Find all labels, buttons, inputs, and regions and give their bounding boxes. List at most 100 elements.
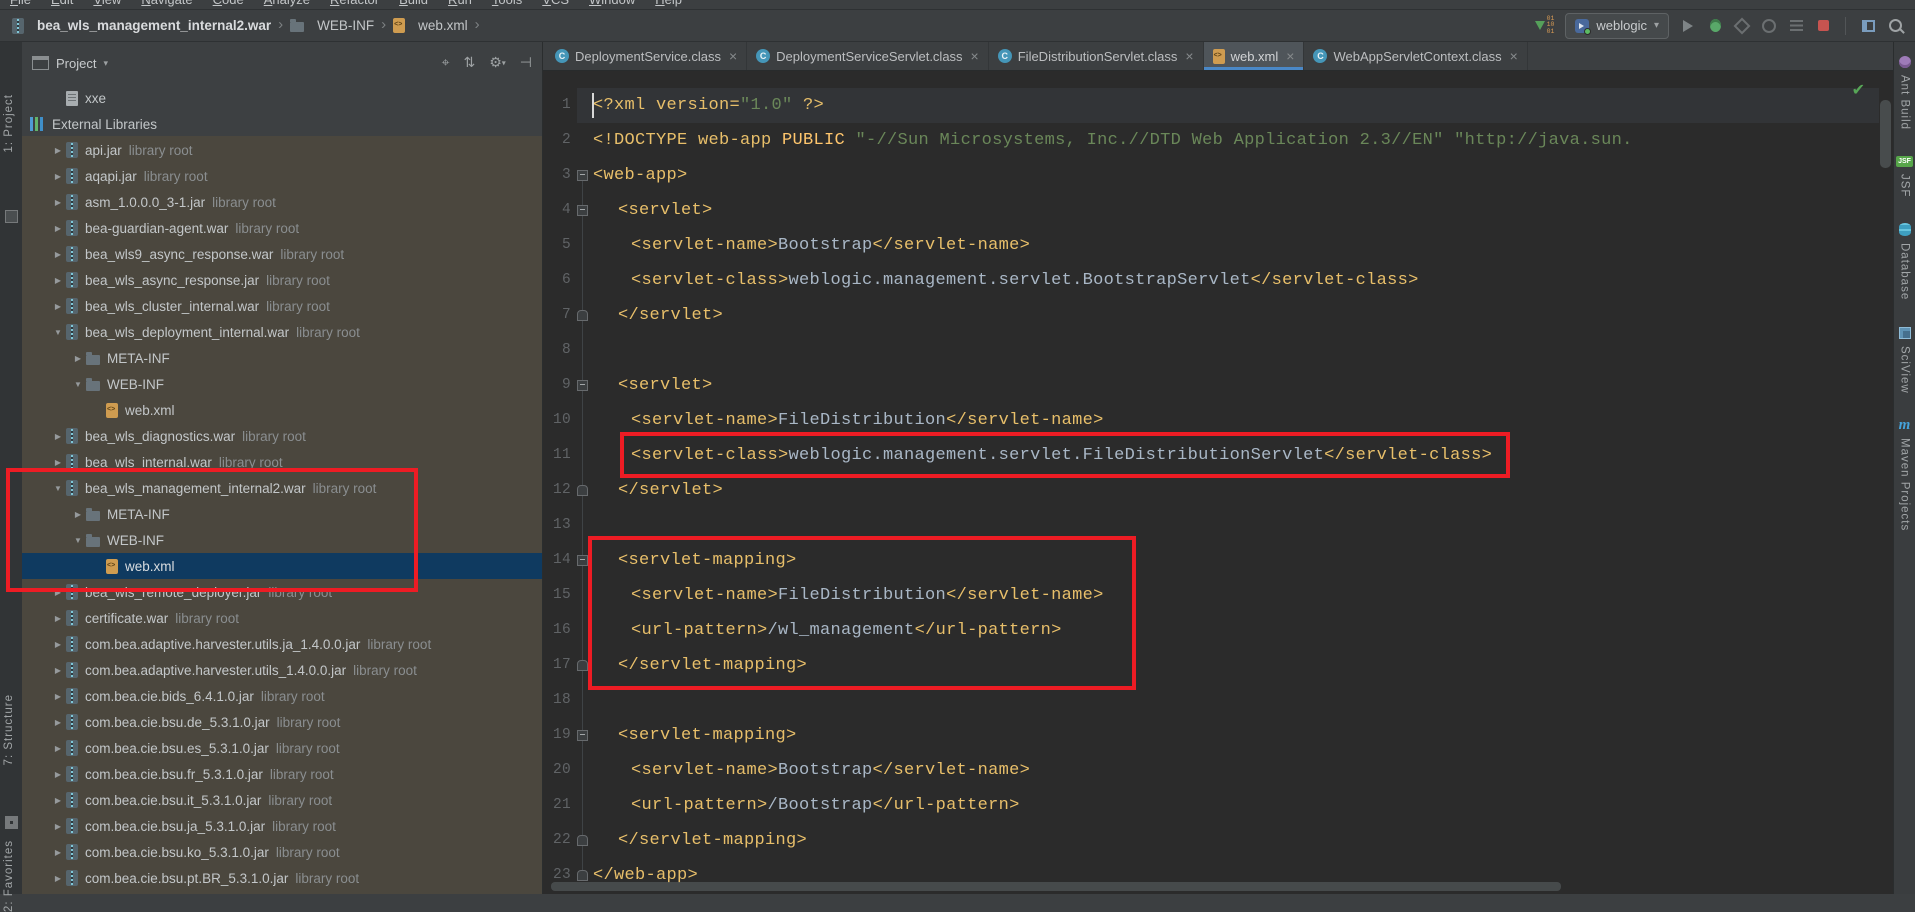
fold-marker[interactable] [577, 368, 588, 403]
chevron-collapsed-icon[interactable]: ▶ [50, 796, 66, 805]
chevron-collapsed-icon[interactable]: ▶ [70, 354, 86, 363]
chevron-collapsed-icon[interactable]: ▶ [50, 224, 66, 233]
chevron-collapsed-icon[interactable]: ▶ [50, 432, 66, 441]
tree-item-api-jar[interactable]: ▶api.jarlibrary root [22, 137, 542, 163]
tree-item-bea-wls-async-response-jar[interactable]: ▶bea_wls_async_response.jarlibrary root [22, 267, 542, 293]
settings-gear-icon[interactable]: ⚙▾ [489, 55, 506, 71]
menu-item-code[interactable]: Code [213, 0, 244, 1]
chevron-collapsed-icon[interactable]: ▶ [50, 666, 66, 675]
debug-button[interactable] [1707, 17, 1723, 35]
tool-windows-button[interactable] [1860, 17, 1876, 35]
menu-item-run[interactable]: Run [448, 0, 472, 1]
search-everywhere-button[interactable] [1887, 17, 1903, 35]
fold-marker[interactable] [577, 193, 588, 228]
menu-item-analyze[interactable]: Analyze [264, 0, 310, 1]
menu-item-navigate[interactable]: Navigate [141, 0, 192, 1]
menu-item-help[interactable]: Help [655, 0, 682, 1]
chevron-expanded-icon[interactable]: ▼ [50, 484, 66, 493]
tree-item-bea-wls-deployment-internal-war[interactable]: ▼bea_wls_deployment_internal.warlibrary … [22, 319, 542, 345]
tree-item-com-bea-cie-bsu-ko-5-3-1-0-jar[interactable]: ▶com.bea.cie.bsu.ko_5.3.1.0.jarlibrary r… [22, 839, 542, 865]
tree-item-web-inf[interactable]: ▼WEB-INF [22, 371, 542, 397]
chevron-collapsed-icon[interactable]: ▶ [50, 250, 66, 259]
chevron-collapsed-icon[interactable]: ▶ [50, 692, 66, 701]
menu-item-file[interactable]: File [10, 0, 31, 1]
editor-body[interactable]: 1<?xml version="1.0" ?>2<!DOCTYPE web-ap… [543, 70, 1893, 894]
chevron-down-icon[interactable]: ▾ [103, 58, 108, 69]
tree-item-certificate-war[interactable]: ▶certificate.warlibrary root [22, 605, 542, 631]
profiler-button[interactable] [1761, 17, 1777, 35]
run-configuration-select[interactable]: weblogic ▾ [1565, 13, 1669, 39]
collapse-all-icon[interactable]: ⇅ [463, 55, 475, 71]
project-widget-icon[interactable] [5, 210, 18, 223]
chevron-collapsed-icon[interactable]: ▶ [50, 172, 66, 181]
breadcrumb-item[interactable]: WEB-INF [290, 18, 374, 33]
tab-deploymentservice-class[interactable]: CDeploymentService.class× [546, 42, 747, 70]
run-button[interactable] [1680, 17, 1696, 35]
tree-item-bea-wls-management-internal2-war[interactable]: ▼bea_wls_management_internal2.warlibrary… [22, 475, 542, 501]
fold-marker[interactable] [577, 823, 588, 858]
tree-item-bea-wls-remote-deployer-jar[interactable]: ▶bea_wls_remote_deployer.jarlibrary root [22, 579, 542, 605]
menu-item-edit[interactable]: Edit [51, 0, 73, 1]
chevron-collapsed-icon[interactable]: ▶ [50, 458, 66, 467]
tree-item-web-xml[interactable]: web.xml [22, 397, 542, 423]
tree-item-asm-1-0-0-0-3-1-jar[interactable]: ▶asm_1.0.0.0_3-1.jarlibrary root [22, 189, 542, 215]
tool-window-structure-button[interactable]: 7: Structure [3, 694, 15, 765]
tree-item-com-bea-cie-bids-6-4-1-0-jar[interactable]: ▶com.bea.cie.bids_6.4.1.0.jarlibrary roo… [22, 683, 542, 709]
close-icon[interactable]: × [1510, 48, 1518, 64]
tool-window-database-button[interactable]: Database [1899, 223, 1911, 300]
coverage-button[interactable] [1734, 17, 1750, 35]
menu-item-build[interactable]: Build [399, 0, 428, 1]
menu-item-window[interactable]: Window [589, 0, 635, 1]
close-icon[interactable]: × [1185, 48, 1193, 64]
tool-window-ant-build-button[interactable]: Ant Build [1899, 56, 1911, 130]
tree-item-bea-wls9-async-response-war[interactable]: ▶bea_wls9_async_response.warlibrary root [22, 241, 542, 267]
fold-marker[interactable] [577, 648, 588, 683]
horizontal-scrollbar[interactable] [551, 882, 1561, 891]
close-icon[interactable]: × [971, 48, 979, 64]
menu-item-tools[interactable]: Tools [492, 0, 522, 1]
chevron-collapsed-icon[interactable]: ▶ [50, 588, 66, 597]
chevron-collapsed-icon[interactable]: ▶ [50, 146, 66, 155]
chevron-collapsed-icon[interactable]: ▶ [50, 302, 66, 311]
tree-item-com-bea-adaptive-harvester-utils-ja-1-4-0-0-jar[interactable]: ▶com.bea.adaptive.harvester.utils.ja_1.4… [22, 631, 542, 657]
chevron-collapsed-icon[interactable]: ▶ [50, 640, 66, 649]
fold-marker[interactable] [577, 158, 588, 193]
tree-item-com-bea-adaptive-harvester-utils-1-4-0-0-jar[interactable]: ▶com.bea.adaptive.harvester.utils_1.4.0.… [22, 657, 542, 683]
menu-item-refactor[interactable]: Refactor [330, 0, 379, 1]
tree-item-aqapi-jar[interactable]: ▶aqapi.jarlibrary root [22, 163, 542, 189]
tree-item-com-bea-cie-bsu-it-5-3-1-0-jar[interactable]: ▶com.bea.cie.bsu.it_5.3.1.0.jarlibrary r… [22, 787, 542, 813]
chevron-collapsed-icon[interactable]: ▶ [50, 198, 66, 207]
tab-web-xml[interactable]: web.xml× [1204, 42, 1305, 70]
tool-window-favorites-button[interactable]: 2: Favorites [3, 840, 15, 912]
breadcrumb-item[interactable]: bea_wls_management_internal2.war [12, 18, 271, 34]
chevron-collapsed-icon[interactable]: ▶ [50, 276, 66, 285]
fold-marker[interactable] [577, 473, 588, 508]
fold-marker[interactable] [577, 298, 588, 333]
rerun-button[interactable] [1788, 17, 1804, 35]
chevron-collapsed-icon[interactable]: ▶ [50, 770, 66, 779]
menu-item-vcs[interactable]: VCS [542, 0, 569, 1]
locate-file-icon[interactable]: ⌖ [442, 55, 450, 71]
hide-panel-icon[interactable]: ⊣ [520, 55, 532, 71]
update-project-icon[interactable]: 011001 [1535, 16, 1555, 36]
tree-item-meta-inf[interactable]: ▶META-INF [22, 345, 542, 371]
tree-item-web-xml[interactable]: web.xml [22, 553, 542, 579]
menu-item-view[interactable]: View [93, 0, 121, 1]
tool-window-maven-projects-button[interactable]: mMaven Projects [1899, 419, 1911, 531]
structure-grid-icon[interactable] [5, 816, 18, 829]
tree-item-bea-wls-internal-war[interactable]: ▶bea_wls_internal.warlibrary root [22, 449, 542, 475]
tree-item-bea-guardian-agent-war[interactable]: ▶bea-guardian-agent.warlibrary root [22, 215, 542, 241]
tree-item-bea-wls-diagnostics-war[interactable]: ▶bea_wls_diagnostics.warlibrary root [22, 423, 542, 449]
vertical-scrollbar[interactable] [1880, 100, 1891, 168]
tree-item-bea-wls-cluster-internal-war[interactable]: ▶bea_wls_cluster_internal.warlibrary roo… [22, 293, 542, 319]
tool-window-project-button[interactable]: 1: Project [3, 94, 15, 153]
chevron-collapsed-icon[interactable]: ▶ [70, 510, 86, 519]
tool-window-sciview-button[interactable]: SciView [1899, 327, 1911, 394]
close-icon[interactable]: × [1286, 48, 1294, 64]
tree-item-com-bea-cie-bsu-de-5-3-1-0-jar[interactable]: ▶com.bea.cie.bsu.de_5.3.1.0.jarlibrary r… [22, 709, 542, 735]
chevron-expanded-icon[interactable]: ▼ [70, 380, 86, 389]
project-panel-title[interactable]: Project [56, 56, 96, 71]
tree-item-web-inf[interactable]: ▼WEB-INF [22, 527, 542, 553]
inspection-ok-icon[interactable]: ✔ [1852, 80, 1865, 99]
chevron-collapsed-icon[interactable]: ▶ [50, 874, 66, 883]
